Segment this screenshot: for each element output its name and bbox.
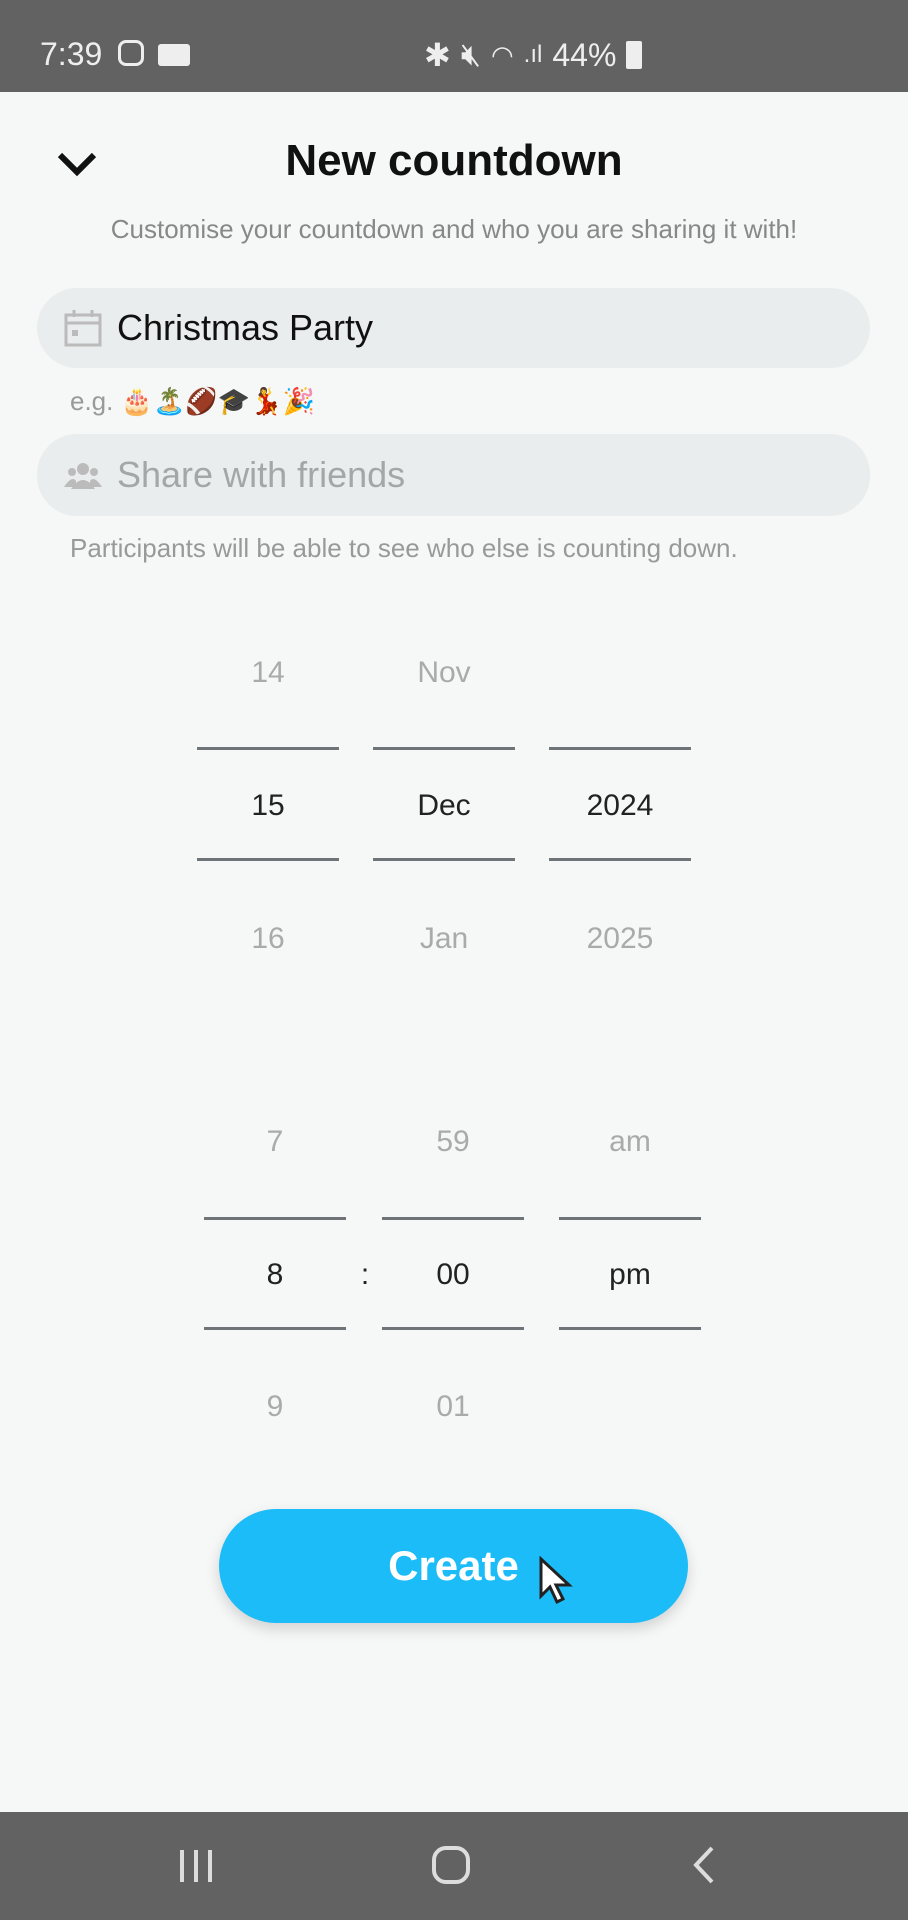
participants-note: Participants will be able to see who els… <box>70 533 738 563</box>
create-button[interactable]: Create <box>219 1509 688 1623</box>
page-title: New countdown <box>285 136 623 185</box>
share-placeholder: Share with friends <box>117 454 406 495</box>
countdown-name-input[interactable]: Christmas Party <box>37 288 870 368</box>
minute-selected[interactable]: 00 <box>382 1258 524 1292</box>
home-icon[interactable] <box>430 1844 472 1886</box>
back-icon[interactable] <box>690 1844 720 1886</box>
divider <box>373 858 515 861</box>
recent-apps-icon[interactable] <box>176 1846 216 1886</box>
month-selected[interactable]: Dec <box>373 789 515 823</box>
countdown-name-value: Christmas Party <box>117 307 374 348</box>
calendar-icon <box>64 310 102 347</box>
minute-next[interactable]: 01 <box>382 1390 524 1424</box>
friends-icon <box>64 463 102 489</box>
examples-label: e.g. <box>70 386 114 416</box>
year-next[interactable]: 2025 <box>549 922 691 956</box>
divider <box>204 1217 346 1220</box>
signal-icon: .ıl <box>523 41 543 68</box>
hour-prev[interactable]: 7 <box>204 1125 346 1159</box>
bluetooth-icon: ✱ <box>424 37 451 73</box>
divider <box>549 747 691 750</box>
divider <box>549 858 691 861</box>
month-prev[interactable]: Nov <box>373 656 515 690</box>
divider <box>204 1327 346 1330</box>
status-time: 7:39 <box>40 36 103 72</box>
share-with-friends-input[interactable]: Share with friends <box>37 434 870 516</box>
day-next[interactable]: 16 <box>197 922 339 956</box>
day-prev[interactable]: 14 <box>197 656 339 690</box>
period-selected[interactable]: pm <box>559 1258 701 1292</box>
instagram-icon <box>118 40 144 66</box>
year-selected[interactable]: 2024 <box>549 789 691 823</box>
minute-prev[interactable]: 59 <box>382 1125 524 1159</box>
cursor-icon <box>539 1556 573 1605</box>
page-subtitle: Customise your countdown and who you are… <box>110 214 798 244</box>
mute-icon: 🔇︎ <box>460 36 481 72</box>
divider <box>373 747 515 750</box>
status-bar: 7:39 ✱ 🔇︎ ◠ .ıl 44% <box>0 0 908 92</box>
day-selected[interactable]: 15 <box>197 789 339 823</box>
examples-emojis: 🎂🏝️🏈🎓💃🎉 <box>120 386 315 416</box>
video-icon <box>158 44 190 66</box>
divider <box>382 1217 524 1220</box>
battery-text: 44% <box>552 36 617 73</box>
hour-selected[interactable]: 8 <box>204 1258 346 1292</box>
navigation-bar <box>0 1812 908 1920</box>
time-separator: : <box>360 1258 370 1291</box>
month-next[interactable]: Jan <box>373 922 515 956</box>
divider <box>382 1327 524 1330</box>
divider <box>197 858 339 861</box>
battery-icon <box>626 41 643 69</box>
examples-hint: e.g. 🎂🏝️🏈🎓💃🎉 <box>70 386 315 417</box>
divider <box>559 1327 701 1330</box>
divider <box>197 747 339 750</box>
divider <box>559 1217 701 1220</box>
period-prev[interactable]: am <box>559 1125 701 1159</box>
wifi-icon: ◠ <box>490 39 514 70</box>
hour-next[interactable]: 9 <box>204 1390 346 1424</box>
